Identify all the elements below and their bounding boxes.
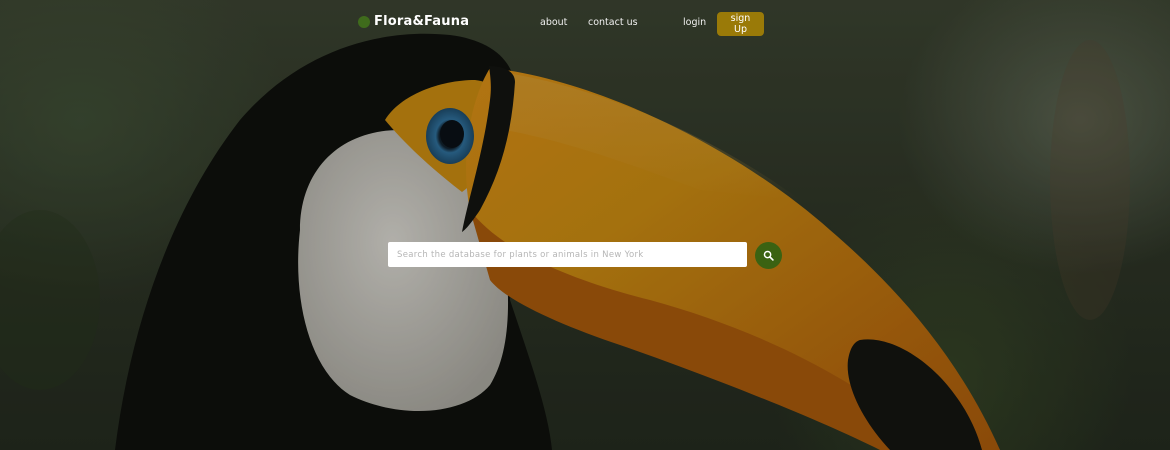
nav-link-about[interactable]: about bbox=[540, 17, 567, 28]
search-button[interactable] bbox=[755, 242, 782, 269]
hero-section: Flora&Fauna about contact us login sign … bbox=[0, 0, 1170, 450]
background-dim-overlay bbox=[0, 0, 1170, 450]
search-input[interactable] bbox=[388, 242, 747, 267]
brand-name: Flora&Fauna bbox=[374, 14, 470, 29]
search-icon bbox=[763, 250, 774, 261]
nav-link-login[interactable]: login bbox=[683, 17, 706, 28]
brand-logo[interactable]: Flora&Fauna bbox=[358, 14, 469, 29]
sign-up-button[interactable]: sign Up bbox=[717, 12, 764, 36]
top-navigation: Flora&Fauna about contact us login sign … bbox=[0, 0, 1170, 48]
nav-link-contact[interactable]: contact us bbox=[588, 17, 638, 28]
leaf-dot-icon bbox=[358, 15, 370, 28]
